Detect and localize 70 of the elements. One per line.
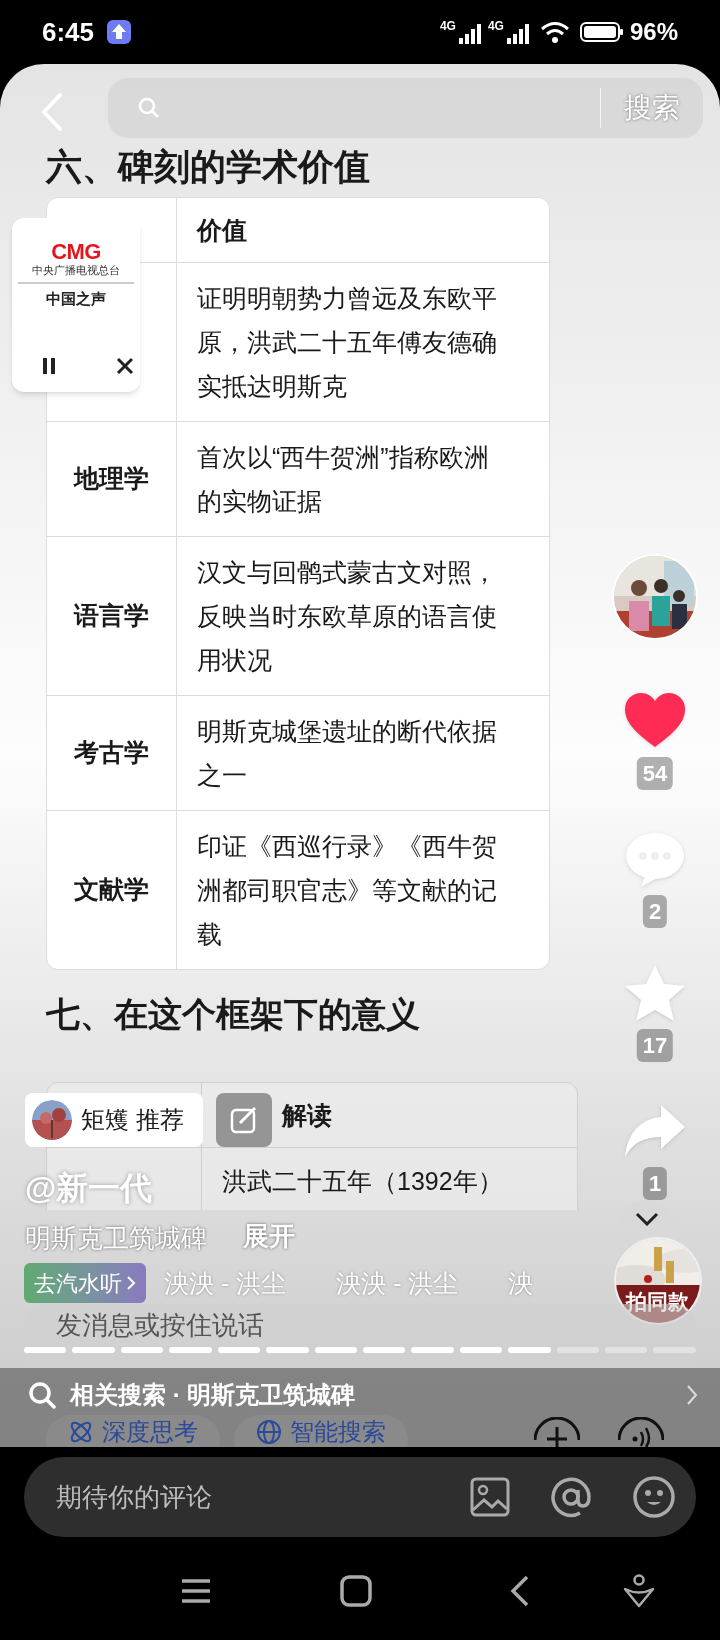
search-field[interactable] — [108, 78, 703, 138]
related-search-bar[interactable] — [0, 1368, 720, 1447]
emoji-icon[interactable] — [632, 1475, 676, 1519]
table-cell-text: 文献学 — [74, 874, 149, 906]
station-name: 中国之声 — [45, 289, 107, 309]
status-time: 6:45 — [42, 15, 95, 49]
close-icon[interactable] — [116, 357, 134, 375]
avatar — [32, 1100, 72, 1140]
globe-icon — [256, 1419, 282, 1445]
progress-segment — [459, 1347, 503, 1353]
progress-segment — [24, 1347, 67, 1353]
section-heading: 七、在这个框架下的意义 — [46, 994, 420, 1035]
music-app-link[interactable]: 去汽水听 — [24, 1263, 146, 1303]
progress-segment — [120, 1347, 164, 1353]
table-cell-text: 地理学 — [74, 463, 149, 495]
chevron-right-icon — [686, 1384, 698, 1406]
table-cell-text: 首次以“西牛贺洲”指称欧洲的实物证据 — [197, 442, 490, 517]
action-count: 2 — [642, 895, 668, 928]
comment-placeholder: 期待你的评论 — [56, 1480, 212, 1514]
wifi-icon — [539, 21, 570, 43]
network-label: 4G — [439, 20, 456, 32]
recommend-label: 矩矱 推荐 — [81, 1105, 184, 1135]
table-cell-text: 印证《西巡行录》《西牛贺洲都司职官志》等文献的记载 — [197, 831, 498, 950]
table-cell-text: 明斯克城堡遗址的断代依据之一 — [197, 716, 498, 791]
search-icon — [28, 1381, 56, 1409]
related-search-text: 相关搜索 · 明斯克卫筑城碑 — [70, 1380, 356, 1410]
image-icon[interactable] — [470, 1477, 510, 1517]
progress-segment — [266, 1347, 309, 1353]
home-icon[interactable] — [340, 1575, 372, 1607]
section-heading: 六、碑刻的学术价值 — [46, 145, 370, 189]
plus-icon[interactable] — [534, 1417, 580, 1447]
battery-icon — [579, 21, 624, 43]
search-icon — [138, 97, 160, 119]
edit-icon — [230, 1106, 258, 1134]
battery-level: 96% — [629, 17, 678, 47]
progress-segment — [314, 1347, 357, 1353]
action-count: 17 — [636, 1029, 674, 1062]
chevron-right-icon — [126, 1275, 136, 1291]
star-icon[interactable] — [623, 963, 687, 1023]
voice-icon[interactable] — [618, 1417, 664, 1447]
logo-subtitle: 中央广播电视总台 — [32, 264, 120, 277]
mention-icon[interactable] — [550, 1476, 592, 1518]
comment-field[interactable]: 期待你的评论 — [24, 1457, 696, 1537]
column-header: 解读 — [282, 1101, 332, 1129]
table-cell-text: 考古学 — [74, 737, 149, 769]
table-cell-text: 证明明朝势力曾远及东欧平原，洪武二十五年傅友德确实抵达明斯克 — [197, 283, 498, 402]
progress-segment — [169, 1347, 212, 1353]
progress-segment — [362, 1347, 406, 1353]
action-count: 54 — [636, 757, 674, 790]
back-icon[interactable] — [510, 1575, 530, 1607]
edit-button[interactable] — [216, 1093, 272, 1147]
action-count: 1 — [642, 1167, 668, 1200]
signal-icon — [505, 24, 530, 44]
recommend-chip[interactable]: 矩矱 推荐 — [25, 1093, 203, 1147]
column-header: 价值 — [195, 215, 248, 246]
app-notification-icon — [106, 19, 133, 45]
table-cell-text: 洪武二十五年（1392年） — [222, 1166, 503, 1197]
pause-icon[interactable] — [41, 357, 57, 375]
progress-segment — [72, 1347, 115, 1353]
network-label: 4G — [487, 20, 504, 32]
progress-segment — [411, 1347, 454, 1353]
cmg-logo: CMG — [51, 240, 101, 264]
table-cell-text: 汉文与回鹘式蒙古文对照，反映当时东欧草原的语言使用状况 — [197, 557, 498, 676]
table-cell-text: 语言学 — [74, 600, 149, 632]
signal-icon — [457, 24, 482, 44]
progress-segment — [217, 1347, 261, 1353]
atom-icon — [68, 1419, 94, 1445]
menu-icon[interactable] — [181, 1578, 211, 1604]
assistant-icon[interactable] — [623, 1574, 655, 1608]
chevron-down-icon — [635, 1212, 659, 1226]
